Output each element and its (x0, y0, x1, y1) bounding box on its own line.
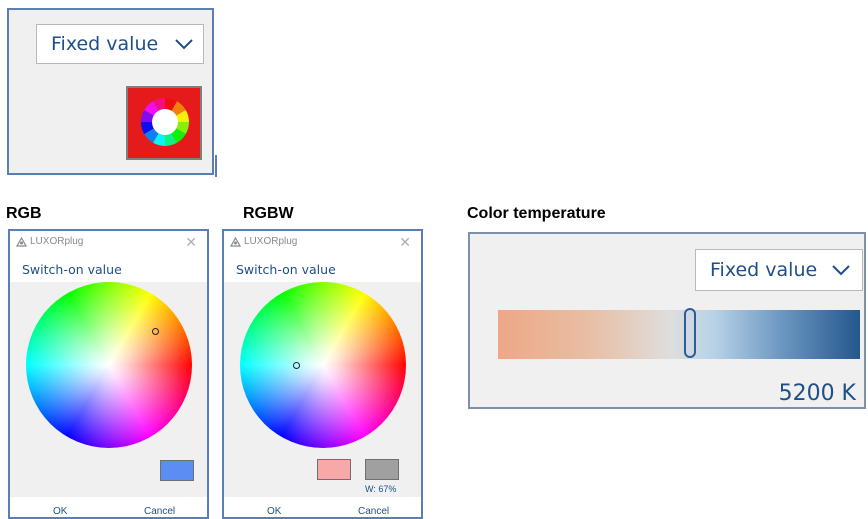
color-wheel[interactable] (240, 282, 406, 448)
selected-color-swatch (317, 459, 351, 480)
mode-dropdown-value: Fixed value (710, 259, 818, 281)
selected-color-swatch (160, 460, 194, 481)
color-temperature-panel: Fixed value 5200 K (468, 232, 866, 409)
luxorplug-logo-icon (230, 236, 241, 247)
chevron-down-icon (175, 38, 193, 49)
white-level-swatch (365, 459, 399, 480)
dialog-subtitle: Switch-on value (236, 262, 336, 277)
dialog-app-title: LUXORplug (244, 236, 298, 247)
ok-button[interactable]: OK (267, 506, 281, 517)
color-picker-marker[interactable] (152, 328, 159, 335)
ok-button[interactable]: OK (53, 506, 67, 517)
heading-rgb: RGB (6, 205, 42, 222)
chevron-down-icon (832, 264, 850, 275)
mode-dropdown[interactable]: Fixed value (36, 24, 204, 64)
top-color-panel: Fixed value (7, 8, 214, 175)
color-temperature-value: 5200 K (778, 381, 856, 406)
dialog-subtitle: Switch-on value (22, 262, 122, 277)
color-temperature-slider-track[interactable] (498, 310, 860, 359)
rgb-dialog: LUXORplug ✕ Switch-on value OK Cancel (8, 229, 209, 519)
color-wheel-icon (141, 98, 189, 146)
close-icon[interactable]: ✕ (399, 234, 411, 251)
heading-rgbw: RGBW (243, 205, 294, 222)
white-level-label: W: 67% (365, 484, 397, 494)
color-swatch-button[interactable] (126, 86, 202, 160)
luxorplug-logo-icon (16, 236, 27, 247)
color-temperature-slider-handle[interactable] (684, 308, 696, 358)
dialog-title-bar: LUXORplug (230, 236, 297, 247)
dialog-title-bar: LUXORplug (16, 236, 83, 247)
mode-dropdown[interactable]: Fixed value (695, 249, 863, 291)
dialog-app-title: LUXORplug (30, 236, 84, 247)
heading-color-temperature: Color temperature (467, 205, 606, 222)
divider (215, 155, 217, 177)
rgbw-dialog: LUXORplug ✕ Switch-on value W: 67% OK Ca… (222, 229, 423, 519)
cancel-button[interactable]: Cancel (358, 506, 389, 517)
color-picker-marker[interactable] (293, 362, 300, 369)
color-wheel[interactable] (26, 282, 192, 448)
close-icon[interactable]: ✕ (185, 234, 197, 251)
mode-dropdown-value: Fixed value (51, 33, 159, 55)
cancel-button[interactable]: Cancel (144, 506, 175, 517)
